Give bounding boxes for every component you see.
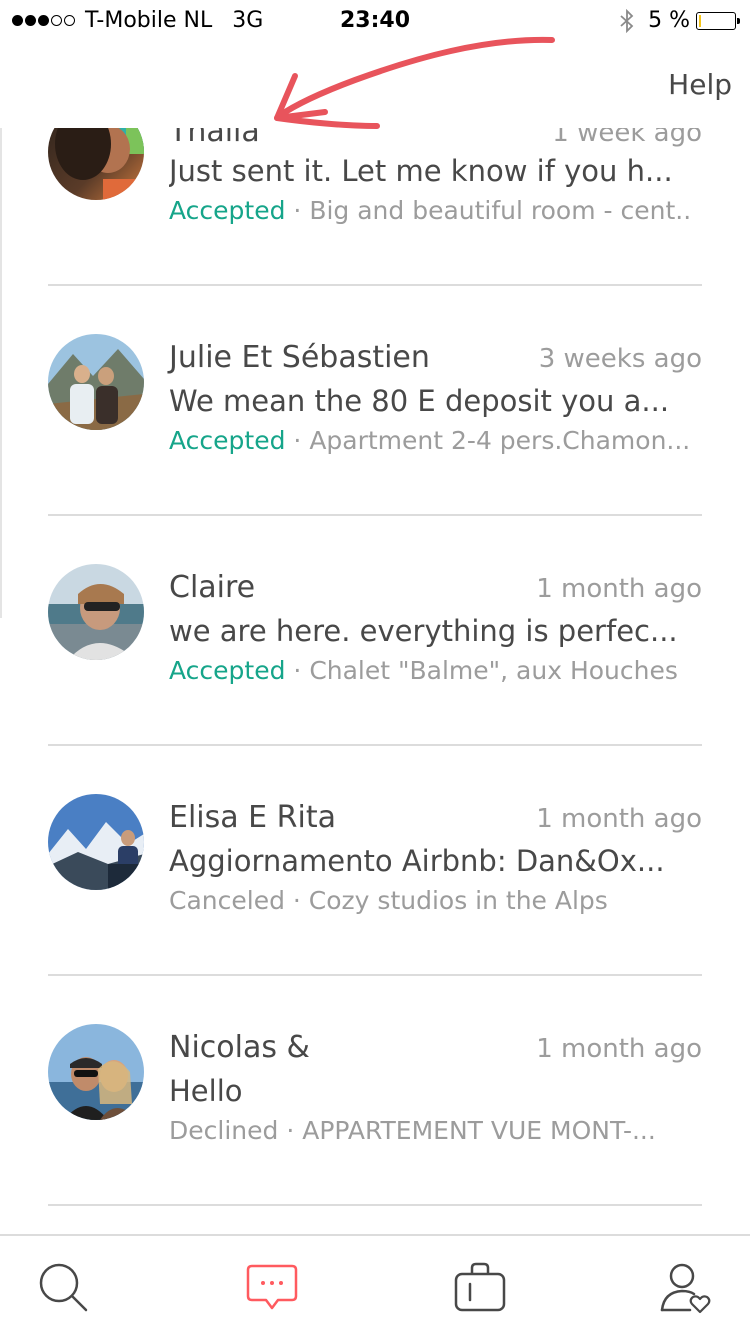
tab-profile[interactable] bbox=[656, 1258, 716, 1318]
reservation-status: Declined bbox=[169, 1116, 279, 1145]
conversation-meta: Canceled · Cozy studios in the Alps bbox=[169, 886, 689, 915]
tab-trips[interactable] bbox=[450, 1258, 510, 1318]
tab-bar bbox=[0, 1234, 750, 1334]
conversation-meta: Accepted · Chalet "Balme", aux Houches bbox=[169, 656, 689, 685]
listing-title: · APPARTEMENT VUE MONT-... bbox=[286, 1116, 656, 1145]
conversation-preview: we are here. everything is perfec... bbox=[169, 614, 678, 648]
avatar bbox=[48, 128, 144, 200]
conversation-time: 1 month ago bbox=[536, 574, 702, 604]
conversation-preview: Just sent it. Let me know if you h... bbox=[169, 154, 673, 188]
conversation-preview: We mean the 80 E deposit you a... bbox=[169, 384, 670, 418]
conversation-time: 1 week ago bbox=[552, 128, 702, 148]
tab-search[interactable] bbox=[34, 1258, 94, 1318]
reservation-status: Accepted bbox=[169, 426, 286, 455]
help-link[interactable]: Help bbox=[668, 68, 732, 101]
avatar bbox=[48, 794, 144, 890]
profile-icon bbox=[656, 1263, 716, 1322]
listing-title: · Cozy studios in the Alps bbox=[292, 886, 608, 915]
conversation-row[interactable]: Julie Et Sébastien 3 weeks ago We mean t… bbox=[0, 286, 750, 516]
conversation-list[interactable]: Thalia 1 week ago Just sent it. Let me k… bbox=[0, 128, 750, 1234]
search-icon bbox=[34, 1263, 94, 1322]
conversation-row[interactable]: Elisa E Rita 1 month ago Aggiornamento A… bbox=[0, 746, 750, 976]
conversation-meta: Accepted · Big and beautiful room - cent… bbox=[169, 196, 689, 225]
conversation-row[interactable]: Claire 1 month ago we are here. everythi… bbox=[0, 516, 750, 746]
conversation-preview: Aggiornamento Airbnb: Dan&Ox... bbox=[169, 844, 665, 878]
messages-icon bbox=[242, 1264, 302, 1322]
listing-title: · Big and beautiful room - cent... bbox=[293, 196, 689, 225]
conversation-time: 1 month ago bbox=[536, 804, 702, 834]
conversation-preview: Hello bbox=[169, 1074, 243, 1108]
conversation-name: Nicolas & bbox=[169, 1030, 310, 1065]
conversation-meta: Declined · APPARTEMENT VUE MONT-... bbox=[169, 1116, 689, 1145]
listing-title: · Apartment 2-4 pers.Chamon... bbox=[293, 426, 689, 455]
avatar bbox=[48, 564, 144, 660]
battery-percent: 5 % bbox=[648, 8, 690, 33]
battery-icon bbox=[696, 11, 740, 30]
conversation-name: Julie Et Sébastien bbox=[169, 340, 430, 375]
reservation-status: Accepted bbox=[169, 656, 286, 685]
conversation-name: Thalia bbox=[169, 128, 260, 149]
conversation-time: 1 month ago bbox=[536, 1034, 702, 1064]
trips-bag-icon bbox=[450, 1262, 510, 1322]
bluetooth-icon bbox=[620, 8, 634, 33]
conversation-name: Claire bbox=[169, 570, 256, 605]
avatar bbox=[48, 1024, 144, 1120]
reservation-status: Accepted bbox=[169, 196, 286, 225]
conversation-meta: Accepted · Apartment 2-4 pers.Chamon... bbox=[169, 426, 689, 455]
avatar bbox=[48, 334, 144, 430]
reservation-status: Canceled bbox=[169, 886, 285, 915]
divider bbox=[48, 1204, 702, 1206]
listing-title: · Chalet "Balme", aux Houches bbox=[293, 656, 678, 685]
annotation-arrow bbox=[265, 30, 565, 144]
conversation-name: Elisa E Rita bbox=[169, 800, 336, 835]
conversation-row[interactable]: Nicolas & 1 month ago Hello Declined · A… bbox=[0, 976, 750, 1206]
tab-messages[interactable] bbox=[242, 1258, 302, 1318]
conversation-time: 3 weeks ago bbox=[538, 344, 702, 374]
